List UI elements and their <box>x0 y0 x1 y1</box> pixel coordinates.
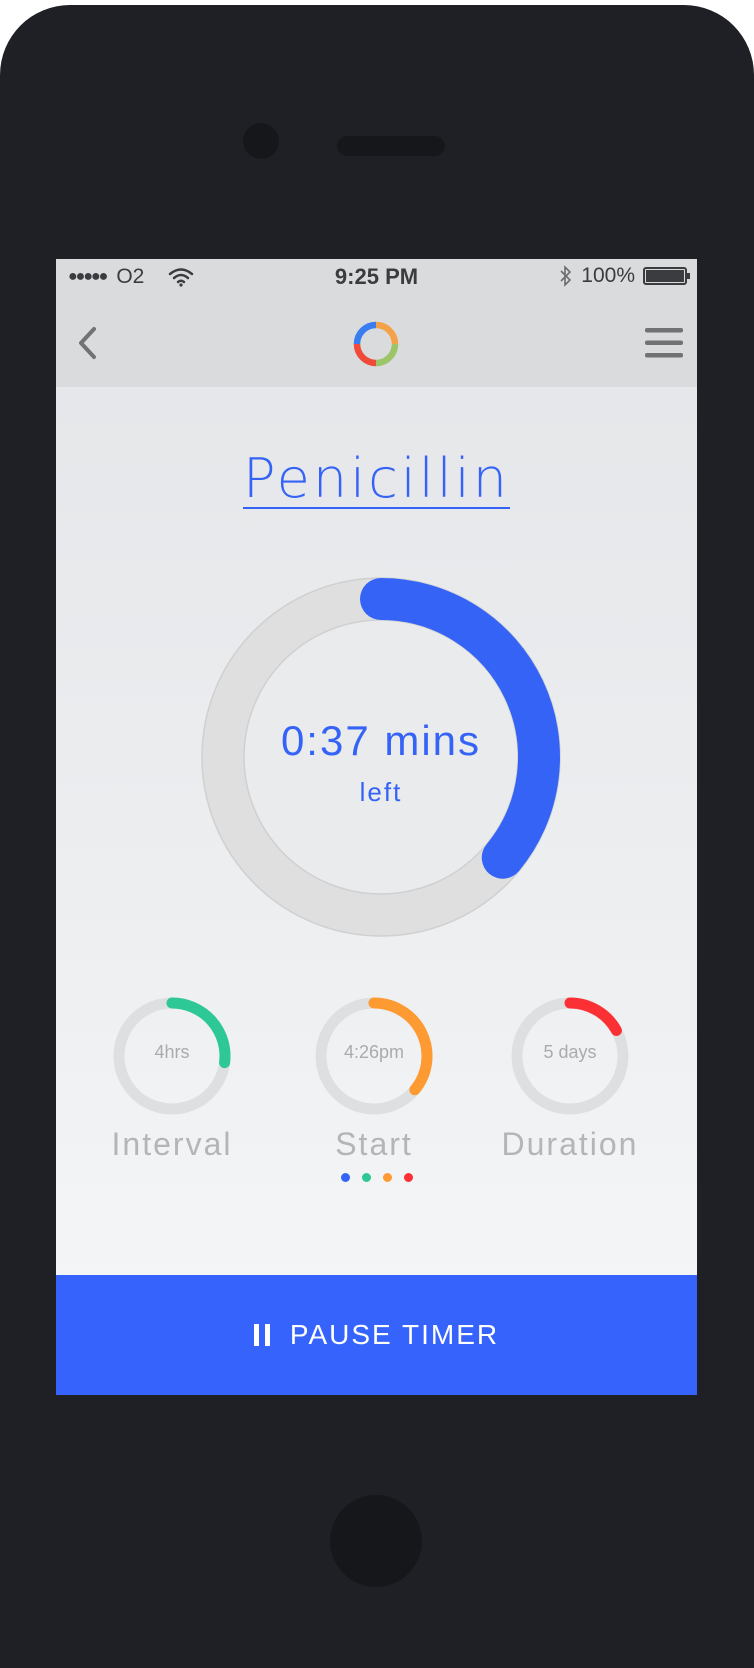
time-remaining: 0:37 mins <box>280 717 482 764</box>
app-screen: ●●●●● O2 9:25 PM 100% Penicillin 0:37 mi… <box>56 259 697 1395</box>
status-bar: ●●●●● O2 9:25 PM 100% <box>56 259 697 299</box>
pause-icon <box>253 1324 270 1346</box>
front-camera <box>243 123 279 159</box>
pause-timer-button[interactable]: PAUSE TIMER <box>56 1275 697 1395</box>
page-dot[interactable] <box>361 1173 371 1182</box>
battery-percent: 100% <box>581 264 635 287</box>
page-dot[interactable] <box>382 1173 392 1182</box>
nav-bar <box>56 299 697 387</box>
earpiece-speaker <box>337 136 445 156</box>
home-button[interactable] <box>330 1495 422 1587</box>
start-label: Start <box>335 1126 413 1162</box>
battery-icon <box>643 267 690 285</box>
page-dot[interactable] <box>340 1173 350 1182</box>
page-dot[interactable] <box>403 1173 413 1182</box>
pause-timer-label: PAUSE TIMER <box>289 1319 500 1350</box>
interval-value: 4hrs <box>154 1042 190 1062</box>
duration-ring-progress <box>564 997 622 1036</box>
duration-label: Duration <box>501 1126 639 1162</box>
hamburger-menu-icon[interactable] <box>637 319 685 367</box>
medication-name[interactable]: Penicillin <box>243 447 510 510</box>
duration-value: 5 days <box>543 1042 597 1062</box>
time-remaining-unit: left <box>359 777 403 807</box>
page-indicator <box>56 1173 697 1182</box>
back-chevron-icon[interactable] <box>66 319 114 367</box>
app-logo-ring-icon <box>353 321 399 367</box>
interval-label: Interval <box>111 1126 233 1162</box>
bluetooth-icon <box>560 265 572 287</box>
medication-title[interactable]: Penicillin <box>56 447 697 510</box>
start-value: 4:26pm <box>343 1042 405 1062</box>
